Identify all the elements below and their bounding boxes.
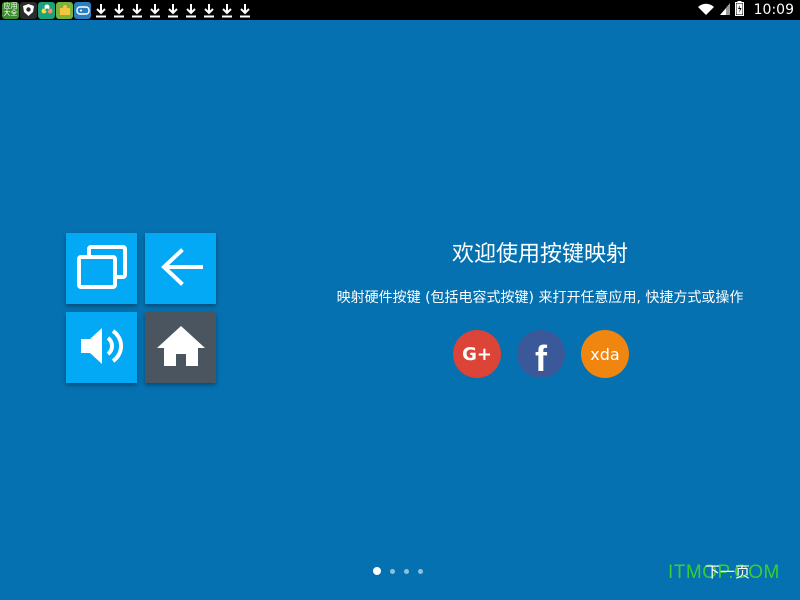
wifi-icon <box>697 1 715 20</box>
back-arrow-icon <box>159 247 203 291</box>
page-indicator <box>373 567 423 575</box>
volume-tile <box>66 312 137 383</box>
google-plus-icon: G+ <box>462 343 492 365</box>
facebook-button[interactable]: f <box>517 330 565 379</box>
download-icon <box>218 2 235 19</box>
flower-icon <box>38 1 55 19</box>
signal-icon <box>719 1 731 20</box>
recent-apps-tile <box>66 233 137 304</box>
battery-icon <box>734 0 744 20</box>
download-icon <box>146 2 163 19</box>
download-icon <box>164 2 181 19</box>
social-links: G+ f xda <box>453 330 629 379</box>
key-tiles <box>66 233 216 383</box>
status-bar: 应用 大全 10:09 <box>0 0 800 20</box>
page-dot <box>373 567 381 575</box>
download-icon <box>128 2 145 19</box>
system-icons: 10:09 <box>697 0 794 20</box>
puzzle-icon <box>56 1 73 19</box>
welcome-description: 映射硬件按键 (包括电容式按键) 来打开任意应用, 快捷方式或操作 <box>336 290 744 306</box>
home-icon <box>155 324 207 372</box>
gamepad-icon <box>74 1 91 19</box>
google-plus-button[interactable]: G+ <box>453 330 501 378</box>
download-icon <box>236 2 253 19</box>
page-dot <box>404 568 409 574</box>
xda-icon: xda <box>590 344 620 364</box>
recent-apps-icon <box>75 244 129 294</box>
page-dot <box>390 568 395 574</box>
facebook-icon: f <box>535 338 547 379</box>
notification-icons: 应用 大全 <box>2 1 253 19</box>
download-icon <box>92 2 109 19</box>
back-tile <box>145 233 216 304</box>
welcome-title: 欢迎使用按键映射 <box>451 242 628 267</box>
volume-icon <box>77 324 127 372</box>
shield-icon <box>20 1 37 19</box>
xda-button[interactable]: xda <box>581 330 629 378</box>
page-dot <box>418 568 423 574</box>
download-icon <box>200 2 217 19</box>
app-grid-icon: 应用 大全 <box>2 1 19 19</box>
home-tile <box>145 312 216 383</box>
next-page-button[interactable]: 下一页 <box>705 561 750 582</box>
download-icon <box>182 2 199 19</box>
clock: 10:09 <box>753 2 794 18</box>
download-icon <box>110 2 127 19</box>
